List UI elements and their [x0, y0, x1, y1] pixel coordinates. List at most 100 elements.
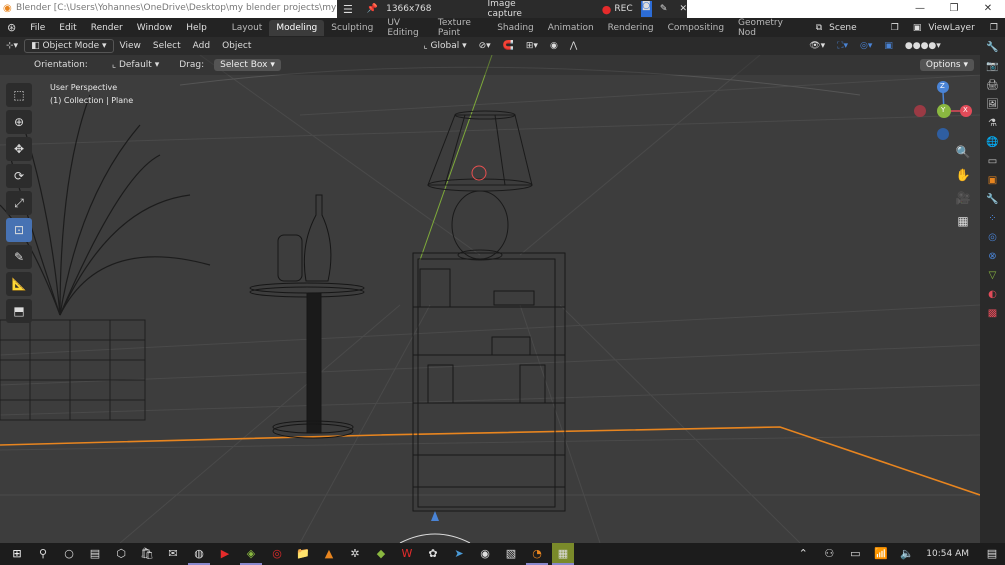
object-properties-icon[interactable]: ▣	[984, 173, 1002, 189]
move-tool-icon[interactable]: ✥	[6, 137, 32, 161]
menu-object[interactable]: Object	[216, 40, 257, 52]
rotate-tool-icon[interactable]: ⟳	[6, 164, 32, 188]
menu-file[interactable]: File	[23, 23, 52, 33]
output-properties-icon[interactable]: 🖨	[984, 78, 1002, 94]
record-app-icon[interactable]: ◉	[474, 543, 496, 565]
mail-icon[interactable]: ✉	[162, 543, 184, 565]
physics-properties-icon[interactable]: ◎	[984, 230, 1002, 246]
data-properties-icon[interactable]: ▽	[984, 268, 1002, 284]
search-icon[interactable]: ⚲	[32, 543, 54, 565]
cursor-tool-icon[interactable]: ⊕	[6, 110, 32, 134]
tab-compositing[interactable]: Compositing	[661, 20, 731, 36]
new-view-layer-icon[interactable]: ❐	[983, 23, 1005, 33]
volume-icon[interactable]: 🔈	[896, 543, 918, 565]
maximize-button[interactable]: ❐	[937, 0, 971, 18]
telegram-icon[interactable]: ➤	[448, 543, 470, 565]
world-properties-icon[interactable]: 🌐	[984, 135, 1002, 151]
blender-taskbar-icon[interactable]: ◔	[526, 543, 548, 565]
close-window-button[interactable]: ✕	[971, 0, 1005, 18]
xray-toggle-icon[interactable]: ▣	[878, 40, 899, 52]
scene-name[interactable]: Scene	[829, 23, 884, 33]
close-capture-icon[interactable]: ✕	[679, 4, 687, 14]
taskbar-clock[interactable]: 10:54 AM	[926, 549, 969, 559]
photos-icon[interactable]: ▧	[500, 543, 522, 565]
scene-icon[interactable]: ⧉	[809, 23, 829, 33]
modifier-properties-icon[interactable]: 🔧	[984, 192, 1002, 208]
mode-selector[interactable]: ◧ Object Mode ▾	[24, 39, 114, 53]
people-icon[interactable]: ⚇	[818, 543, 840, 565]
falloff-icon[interactable]: ⋀	[564, 40, 583, 52]
render-properties-icon[interactable]: 📷	[984, 59, 1002, 75]
menu-render[interactable]: Render	[84, 23, 130, 33]
menu-icon[interactable]: ☰	[343, 3, 353, 16]
add-cube-tool-icon[interactable]: ⬒	[6, 299, 32, 323]
menu-window[interactable]: Window	[130, 23, 180, 33]
pin-icon[interactable]: 📌	[367, 4, 378, 14]
texture-properties-icon[interactable]: ▩	[984, 306, 1002, 322]
transform-orientation-dropdown[interactable]: ⌞ Global ▾	[417, 40, 472, 52]
camera-view-icon[interactable]: 🎥	[953, 188, 973, 208]
tab-modeling[interactable]: Modeling	[269, 19, 325, 36]
snap-target-icon[interactable]: ⊞▾	[520, 40, 544, 52]
3d-viewport[interactable]: Z X Y User Perspective (1) Collection | …	[0, 55, 980, 543]
app-green-icon[interactable]: ◈	[240, 543, 262, 565]
proportional-edit-icon[interactable]: ◉	[544, 40, 564, 52]
blender-menu-icon[interactable]: ⊛	[0, 21, 23, 34]
menu-add[interactable]: Add	[187, 40, 216, 52]
measure-tool-icon[interactable]: 📐	[6, 272, 32, 296]
tab-sculpting[interactable]: Sculpting	[324, 20, 380, 36]
snap-icon[interactable]: 🧲	[497, 40, 520, 52]
particles-properties-icon[interactable]: ⁘	[984, 211, 1002, 227]
shading-solid-icon[interactable]: ●●●●▾	[899, 40, 947, 52]
task-view-icon[interactable]: ▤	[84, 543, 106, 565]
menu-select[interactable]: Select	[147, 40, 187, 52]
tab-layout[interactable]: Layout	[225, 20, 270, 36]
layers-app-icon[interactable]: ◆	[370, 543, 392, 565]
constraints-properties-icon[interactable]: ⊗	[984, 249, 1002, 265]
orientation-dropdown[interactable]: ⌞ Default ▾	[112, 60, 159, 70]
menu-help[interactable]: Help	[179, 23, 214, 33]
cortana-icon[interactable]: ○	[58, 543, 80, 565]
target-app-icon[interactable]: ◎	[266, 543, 288, 565]
show-hidden-icons-icon[interactable]: ⌃	[792, 543, 814, 565]
transform-tool-icon[interactable]: ⊡	[6, 218, 32, 242]
minimize-button[interactable]: —	[903, 0, 937, 18]
3d-viewer-icon[interactable]: ⬡	[110, 543, 132, 565]
tab-rendering[interactable]: Rendering	[601, 20, 661, 36]
select-box-tool-icon[interactable]: ⬚	[6, 83, 32, 107]
menu-view[interactable]: View	[114, 40, 147, 52]
collection-properties-icon[interactable]: ▭	[984, 154, 1002, 170]
zoom-icon[interactable]: 🔍	[953, 142, 973, 162]
network-app-icon[interactable]: ✲	[344, 543, 366, 565]
view-layer-properties-icon[interactable]: 🖼	[984, 97, 1002, 113]
camera-icon[interactable]: ◙	[640, 1, 652, 17]
chrome-icon[interactable]: ◍	[188, 543, 210, 565]
view-layer-icon[interactable]: ▣	[906, 23, 929, 33]
battery-icon[interactable]: ▭	[844, 543, 866, 565]
notifications-icon[interactable]: ▤	[981, 543, 1003, 565]
rec-button[interactable]: REC	[614, 4, 632, 14]
youtube-icon[interactable]: ▶	[214, 543, 236, 565]
tab-animation[interactable]: Animation	[541, 20, 601, 36]
editor-type-icon[interactable]: ⊹▾	[0, 40, 24, 52]
pan-hand-icon[interactable]: ✋	[953, 165, 973, 185]
file-explorer-icon[interactable]: 📁	[292, 543, 314, 565]
tool-properties-icon[interactable]: 🔧	[984, 40, 1002, 56]
scale-tool-icon[interactable]: ⤢	[6, 191, 32, 215]
material-properties-icon[interactable]: ◐	[984, 287, 1002, 303]
pen-icon[interactable]: ✎	[660, 4, 668, 14]
visibility-icon[interactable]: 👁▾	[803, 40, 831, 52]
tab-shading[interactable]: Shading	[490, 20, 541, 36]
overlay-toggle-icon[interactable]: ◎▾	[854, 40, 878, 52]
vlc-icon[interactable]: ▲	[318, 543, 340, 565]
scene-properties-icon[interactable]: ⚗	[984, 116, 1002, 132]
wps-office-icon[interactable]: W	[396, 543, 418, 565]
view-layer-name[interactable]: ViewLayer	[928, 23, 983, 33]
gizmo-toggle-icon[interactable]: ⛶▾	[831, 40, 854, 52]
puzzle-app-icon[interactable]: ✿	[422, 543, 444, 565]
menu-edit[interactable]: Edit	[52, 23, 83, 33]
wifi-icon[interactable]: 📶	[870, 543, 892, 565]
capture-app-icon[interactable]: ▦	[552, 543, 574, 565]
options-dropdown[interactable]: Options ▾	[919, 59, 974, 71]
perspective-grid-icon[interactable]: ▦	[953, 211, 973, 231]
